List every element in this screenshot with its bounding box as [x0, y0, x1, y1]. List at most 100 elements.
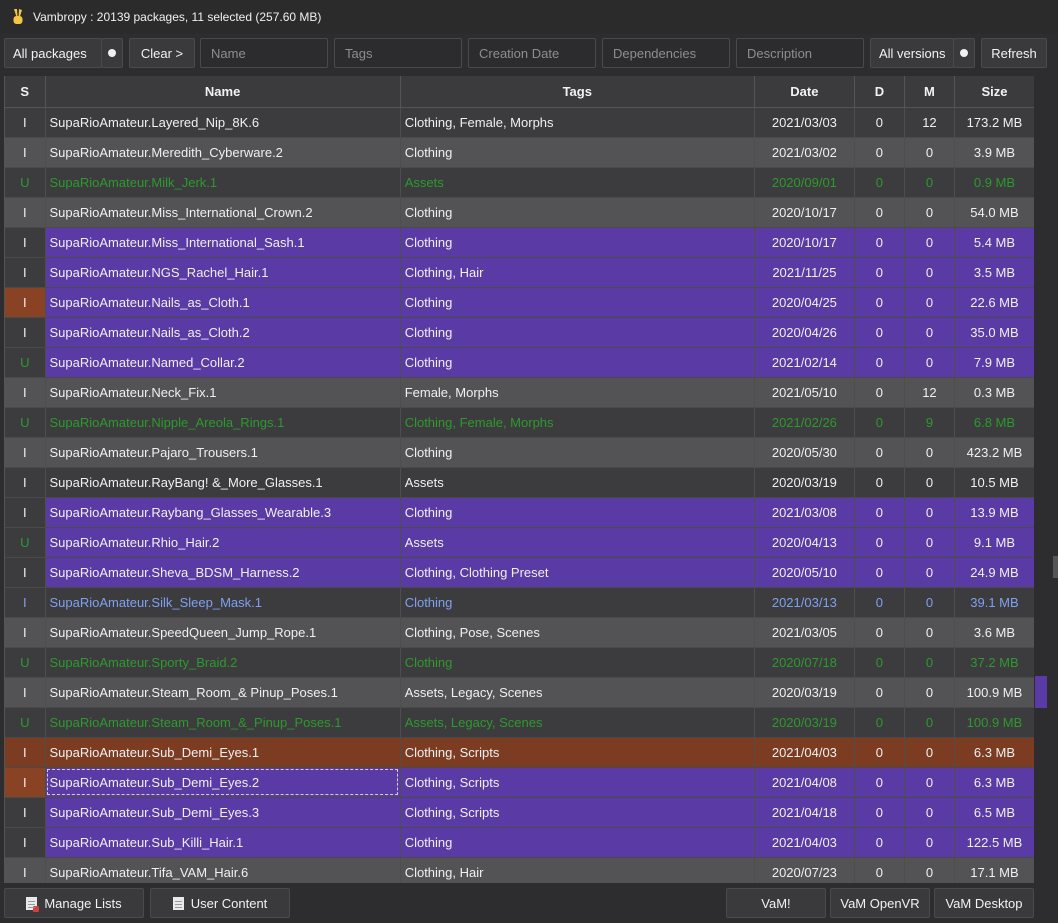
- table-row[interactable]: I SupaRioAmateur.Sub_Demi_Eyes.3 Clothing,…: [5, 797, 1034, 828]
- size-cell: 17.1 MB: [954, 857, 1034, 883]
- tags-cell: Assets, Legacy, Scenes: [400, 707, 755, 738]
- date-cell: 2020/10/17: [754, 197, 855, 228]
- table-row[interactable]: I SupaRioAmateur.Tifa_VAM_Hair.6 Clothing,…: [5, 857, 1034, 883]
- table-row[interactable]: I SupaRioAmateur.Steam_Room_& Pinup_Poses…: [5, 677, 1034, 708]
- clear-button[interactable]: Clear >: [129, 38, 195, 68]
- table-row[interactable]: U SupaRioAmateur.Milk_Jerk.1 Assets 2020/09…: [5, 167, 1034, 198]
- radio-dot-icon: [108, 49, 116, 57]
- description-filter-input[interactable]: Description: [736, 38, 864, 68]
- name-cell: SupaRioAmateur.Sheva_BDSM_Harness.2: [45, 557, 401, 588]
- scrollbar-thumb[interactable]: [1035, 676, 1047, 708]
- tags-filter-input[interactable]: Tags: [334, 38, 462, 68]
- date-cell: 2021/03/13: [754, 587, 855, 618]
- versions-filter-select[interactable]: All versions: [870, 38, 954, 68]
- name-cell: SupaRioAmateur.Raybang_Glasses_Wearable.…: [45, 497, 401, 528]
- tags-cell: Clothing: [400, 587, 755, 618]
- column-header-size[interactable]: Size: [954, 76, 1034, 108]
- creation-date-filter-input[interactable]: Creation Date: [468, 38, 596, 68]
- date-cell: 2021/04/08: [754, 767, 855, 798]
- dependencies-filter-input[interactable]: Dependencies: [602, 38, 730, 68]
- status-cell: I: [5, 827, 46, 858]
- date-cell: 2020/07/18: [754, 647, 855, 678]
- tags-cell: Female, Morphs: [400, 377, 755, 408]
- user-content-button[interactable]: User Content: [150, 888, 290, 918]
- name-cell: SupaRioAmateur.Steam_Room_&_Pinup_Poses.…: [45, 707, 401, 738]
- status-cell: U: [5, 407, 46, 438]
- tags-cell: Assets: [400, 167, 755, 198]
- table-scrollbar[interactable]: [1035, 76, 1047, 883]
- table-row[interactable]: U SupaRioAmateur.Rhio_Hair.2 Assets 2020/04…: [5, 527, 1034, 558]
- status-cell: I: [5, 257, 46, 288]
- manage-lists-label: Manage Lists: [44, 895, 122, 911]
- table-row[interactable]: I SupaRioAmateur.Pajaro_Trousers.1 Clothin…: [5, 437, 1034, 468]
- column-header-name[interactable]: Name: [45, 76, 401, 108]
- title-bar: Vambropy : 20139 packages, 11 selected (…: [0, 0, 1058, 34]
- status-cell: I: [5, 557, 46, 588]
- date-cell: 2020/03/19: [754, 677, 855, 708]
- table-row[interactable]: I SupaRioAmateur.Miss_International_Sash.…: [5, 227, 1034, 258]
- table-row[interactable]: I SupaRioAmateur.Nails_as_Cloth.2 Clothing…: [5, 317, 1034, 348]
- name-cell: SupaRioAmateur.Named_Collar.2: [45, 347, 401, 378]
- date-cell: 2021/04/03: [754, 737, 855, 768]
- table-row[interactable]: I SupaRioAmateur.Sheva_BDSM_Harness.2 Clot…: [5, 557, 1034, 588]
- table-row[interactable]: I SupaRioAmateur.NGS_Rachel_Hair.1 Clothin…: [5, 257, 1034, 288]
- package-filter-radio[interactable]: [101, 38, 123, 68]
- status-cell: U: [5, 167, 46, 198]
- table-row[interactable]: I SupaRioAmateur.SpeedQueen_Jump_Rope.1 Cl…: [5, 617, 1034, 648]
- table-row[interactable]: I SupaRioAmateur.Meredith_Cyberware.2 Clot…: [5, 137, 1034, 168]
- package-filter-select[interactable]: All packages: [4, 38, 102, 68]
- table-row[interactable]: I SupaRioAmateur.Miss_International_Crown…: [5, 197, 1034, 228]
- column-header-morphs[interactable]: M: [904, 76, 955, 108]
- dependencies-cell: 0: [854, 257, 905, 288]
- table-row[interactable]: I SupaRioAmateur.Silk_Sleep_Mask.1 Clothin…: [5, 587, 1034, 618]
- table-row[interactable]: U SupaRioAmateur.Nipple_Areola_Rings.1 Clo…: [5, 407, 1034, 438]
- status-cell: I: [5, 467, 46, 498]
- radio-dot-icon: [960, 49, 968, 57]
- table-row[interactable]: I SupaRioAmateur.Nails_as_Cloth.1 Clothing…: [5, 287, 1034, 318]
- dependencies-cell: 0: [854, 407, 905, 438]
- dependencies-cell: 0: [854, 347, 905, 378]
- dependencies-cell: 0: [854, 317, 905, 348]
- table-row[interactable]: U SupaRioAmateur.Steam_Room_&_Pinup_Poses…: [5, 707, 1034, 738]
- size-cell: 22.6 MB: [954, 287, 1034, 318]
- tags-cell: Clothing, Scripts: [400, 767, 755, 798]
- name-cell: SupaRioAmateur.SpeedQueen_Jump_Rope.1: [45, 617, 401, 648]
- table-row[interactable]: I SupaRioAmateur.Sub_Demi_Eyes.1 Clothing,…: [5, 737, 1034, 768]
- tags-cell: Clothing: [400, 227, 755, 258]
- size-cell: 54.0 MB: [954, 197, 1034, 228]
- size-cell: 6.3 MB: [954, 767, 1034, 798]
- vam-openvr-button[interactable]: VaM OpenVR: [830, 888, 930, 918]
- table-row[interactable]: I SupaRioAmateur.Raybang_Glasses_Wearable…: [5, 497, 1034, 528]
- status-cell: I: [5, 317, 46, 348]
- date-cell: 2021/04/18: [754, 797, 855, 828]
- table-row[interactable]: I SupaRioAmateur.RayBang! &_More_Glasses.…: [5, 467, 1034, 498]
- status-cell: I: [5, 617, 46, 648]
- bottom-toolbar: Manage Lists User Content VaM! VaM OpenV…: [0, 884, 1058, 923]
- dependencies-cell: 0: [854, 737, 905, 768]
- tags-cell: Clothing: [400, 347, 755, 378]
- manage-lists-button[interactable]: Manage Lists: [4, 888, 144, 918]
- size-cell: 5.4 MB: [954, 227, 1034, 258]
- table-row[interactable]: U SupaRioAmateur.Named_Collar.2 Clothing 20…: [5, 347, 1034, 378]
- versions-filter-radio[interactable]: [953, 38, 975, 68]
- table-row[interactable]: I SupaRioAmateur.Sub_Demi_Eyes.2 Clothing,…: [5, 767, 1034, 798]
- dependencies-cell: 0: [854, 857, 905, 883]
- table-row[interactable]: U SupaRioAmateur.Sporty_Braid.2 Clothing 20…: [5, 647, 1034, 678]
- column-header-status[interactable]: S: [5, 76, 46, 108]
- table-row[interactable]: I SupaRioAmateur.Layered_Nip_8K.6 Clothing…: [5, 107, 1034, 138]
- column-header-tags[interactable]: Tags: [400, 76, 755, 108]
- tags-cell: Clothing, Female, Morphs: [400, 107, 755, 138]
- table-row[interactable]: I SupaRioAmateur.Sub_Killi_Hair.1 Clothing…: [5, 827, 1034, 858]
- status-cell: I: [5, 677, 46, 708]
- refresh-button[interactable]: Refresh: [981, 38, 1047, 68]
- table-row[interactable]: I SupaRioAmateur.Neck_Fix.1 Female, Morphs…: [5, 377, 1034, 408]
- vam-button[interactable]: VaM!: [726, 888, 826, 918]
- column-header-date[interactable]: Date: [754, 76, 855, 108]
- dependencies-cell: 0: [854, 497, 905, 528]
- name-filter-input[interactable]: Name: [200, 38, 328, 68]
- column-header-dependencies[interactable]: D: [854, 76, 905, 108]
- status-cell: U: [5, 647, 46, 678]
- tags-cell: Clothing: [400, 197, 755, 228]
- vam-desktop-button[interactable]: VaM Desktop: [934, 888, 1034, 918]
- morphs-cell: 0: [904, 527, 955, 558]
